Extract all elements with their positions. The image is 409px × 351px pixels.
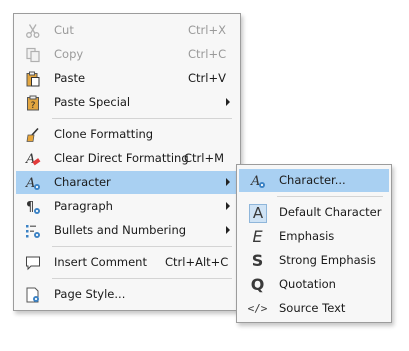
shortcut-label: Ctrl+X: [188, 23, 226, 37]
submenu-arrow-icon: [226, 178, 230, 186]
source-text-icon: </>: [247, 300, 268, 317]
emphasis-icon: E: [249, 228, 266, 245]
menu-item-bullets-and-numbering[interactable]: Bullets and Numbering: [16, 219, 238, 242]
character-icon: A: [24, 174, 41, 191]
strong-emphasis-icon: S: [249, 252, 266, 269]
svg-text:A: A: [25, 152, 35, 167]
menu-item-label: Insert Comment: [54, 255, 147, 269]
menu-item-label: Cut: [54, 23, 74, 37]
shortcut-label: Ctrl+M: [184, 151, 225, 165]
menu-item-page-style[interactable]: Page Style...: [16, 283, 238, 306]
icon-glyph: S: [251, 251, 264, 270]
menu-separator: [52, 118, 232, 119]
menu-item-clear-direct-formatting[interactable]: A Clear Direct Formatting Ctrl+M: [16, 147, 238, 170]
icon-glyph: </>: [247, 302, 268, 315]
menu-item-label: Character...: [279, 173, 346, 187]
shortcut-label: Ctrl+V: [188, 71, 226, 85]
shortcut-label: Ctrl+Alt+C: [165, 255, 229, 269]
icon-glyph: E: [252, 227, 263, 246]
menu-item-character[interactable]: A Character: [16, 171, 238, 194]
menu-item-label: Strong Emphasis: [279, 253, 376, 267]
character-submenu: A Character... A Default Character E Emp…: [236, 164, 392, 323]
svg-text:A: A: [250, 174, 260, 189]
menu-item-label: Clear Direct Formatting: [54, 151, 189, 165]
menu-item-label: Character: [54, 175, 111, 189]
menu-item-label: Paragraph: [54, 199, 113, 213]
default-character-icon: A: [249, 204, 267, 223]
clone-formatting-brush-icon: [24, 126, 41, 143]
paste-special-icon: ?: [24, 94, 41, 111]
quotation-icon: Q: [249, 276, 266, 293]
menu-item-label: Default Character: [279, 205, 382, 219]
menu-item-label: Source Text: [279, 301, 346, 315]
menu-item-label: Paste: [54, 71, 86, 85]
copy-icon: [24, 46, 41, 63]
submenu-item-strong-emphasis[interactable]: S Strong Emphasis: [239, 249, 389, 272]
clear-formatting-icon: A: [24, 150, 41, 167]
svg-text:¶: ¶: [26, 200, 34, 215]
menu-item-paste[interactable]: Paste Ctrl+V: [16, 67, 238, 90]
menu-separator: [52, 278, 232, 279]
page-style-icon: [24, 286, 41, 303]
menu-item-label: Emphasis: [279, 229, 335, 243]
menu-item-copy[interactable]: Copy Ctrl+C: [16, 43, 238, 66]
menu-item-paragraph[interactable]: ¶ Paragraph: [16, 195, 238, 218]
menu-item-label: Clone Formatting: [54, 127, 154, 141]
submenu-arrow-icon: [226, 98, 230, 106]
menu-item-paste-special[interactable]: ? Paste Special: [16, 91, 238, 114]
paragraph-icon: ¶: [24, 198, 41, 215]
submenu-item-emphasis[interactable]: E Emphasis: [239, 225, 389, 248]
menu-item-label: Page Style...: [54, 287, 126, 301]
icon-glyph: A: [252, 204, 264, 222]
menu-item-label: Bullets and Numbering: [54, 223, 187, 237]
svg-text:?: ?: [30, 101, 35, 111]
menu-item-label: Copy: [54, 47, 84, 61]
svg-text:A: A: [25, 176, 35, 191]
paste-icon: [24, 70, 41, 87]
shortcut-label: Ctrl+C: [188, 47, 227, 61]
context-menu: Cut Ctrl+X Copy Ctrl+C Paste Ctrl+V ? Pa…: [13, 13, 241, 311]
menu-item-clone-formatting[interactable]: Clone Formatting: [16, 123, 238, 146]
submenu-item-character-dialog[interactable]: A Character...: [239, 169, 389, 192]
menu-item-insert-comment[interactable]: Insert Comment Ctrl+Alt+C: [16, 251, 238, 274]
scissors-icon: [24, 22, 41, 39]
menu-item-label: Paste Special: [54, 95, 131, 109]
submenu-item-default-character[interactable]: A Default Character: [239, 201, 389, 224]
menu-separator: [52, 246, 232, 247]
submenu-item-source-text[interactable]: </> Source Text: [239, 297, 389, 320]
submenu-arrow-icon: [226, 226, 230, 234]
submenu-item-quotation[interactable]: Q Quotation: [239, 273, 389, 296]
bullets-numbering-icon: [24, 222, 41, 239]
comment-icon: [24, 254, 41, 271]
submenu-arrow-icon: [226, 202, 230, 210]
menu-item-label: Quotation: [279, 277, 336, 291]
menu-item-cut[interactable]: Cut Ctrl+X: [16, 19, 238, 42]
character-dialog-icon: A: [249, 172, 266, 189]
menu-separator: [277, 196, 383, 197]
icon-glyph: Q: [250, 275, 265, 294]
